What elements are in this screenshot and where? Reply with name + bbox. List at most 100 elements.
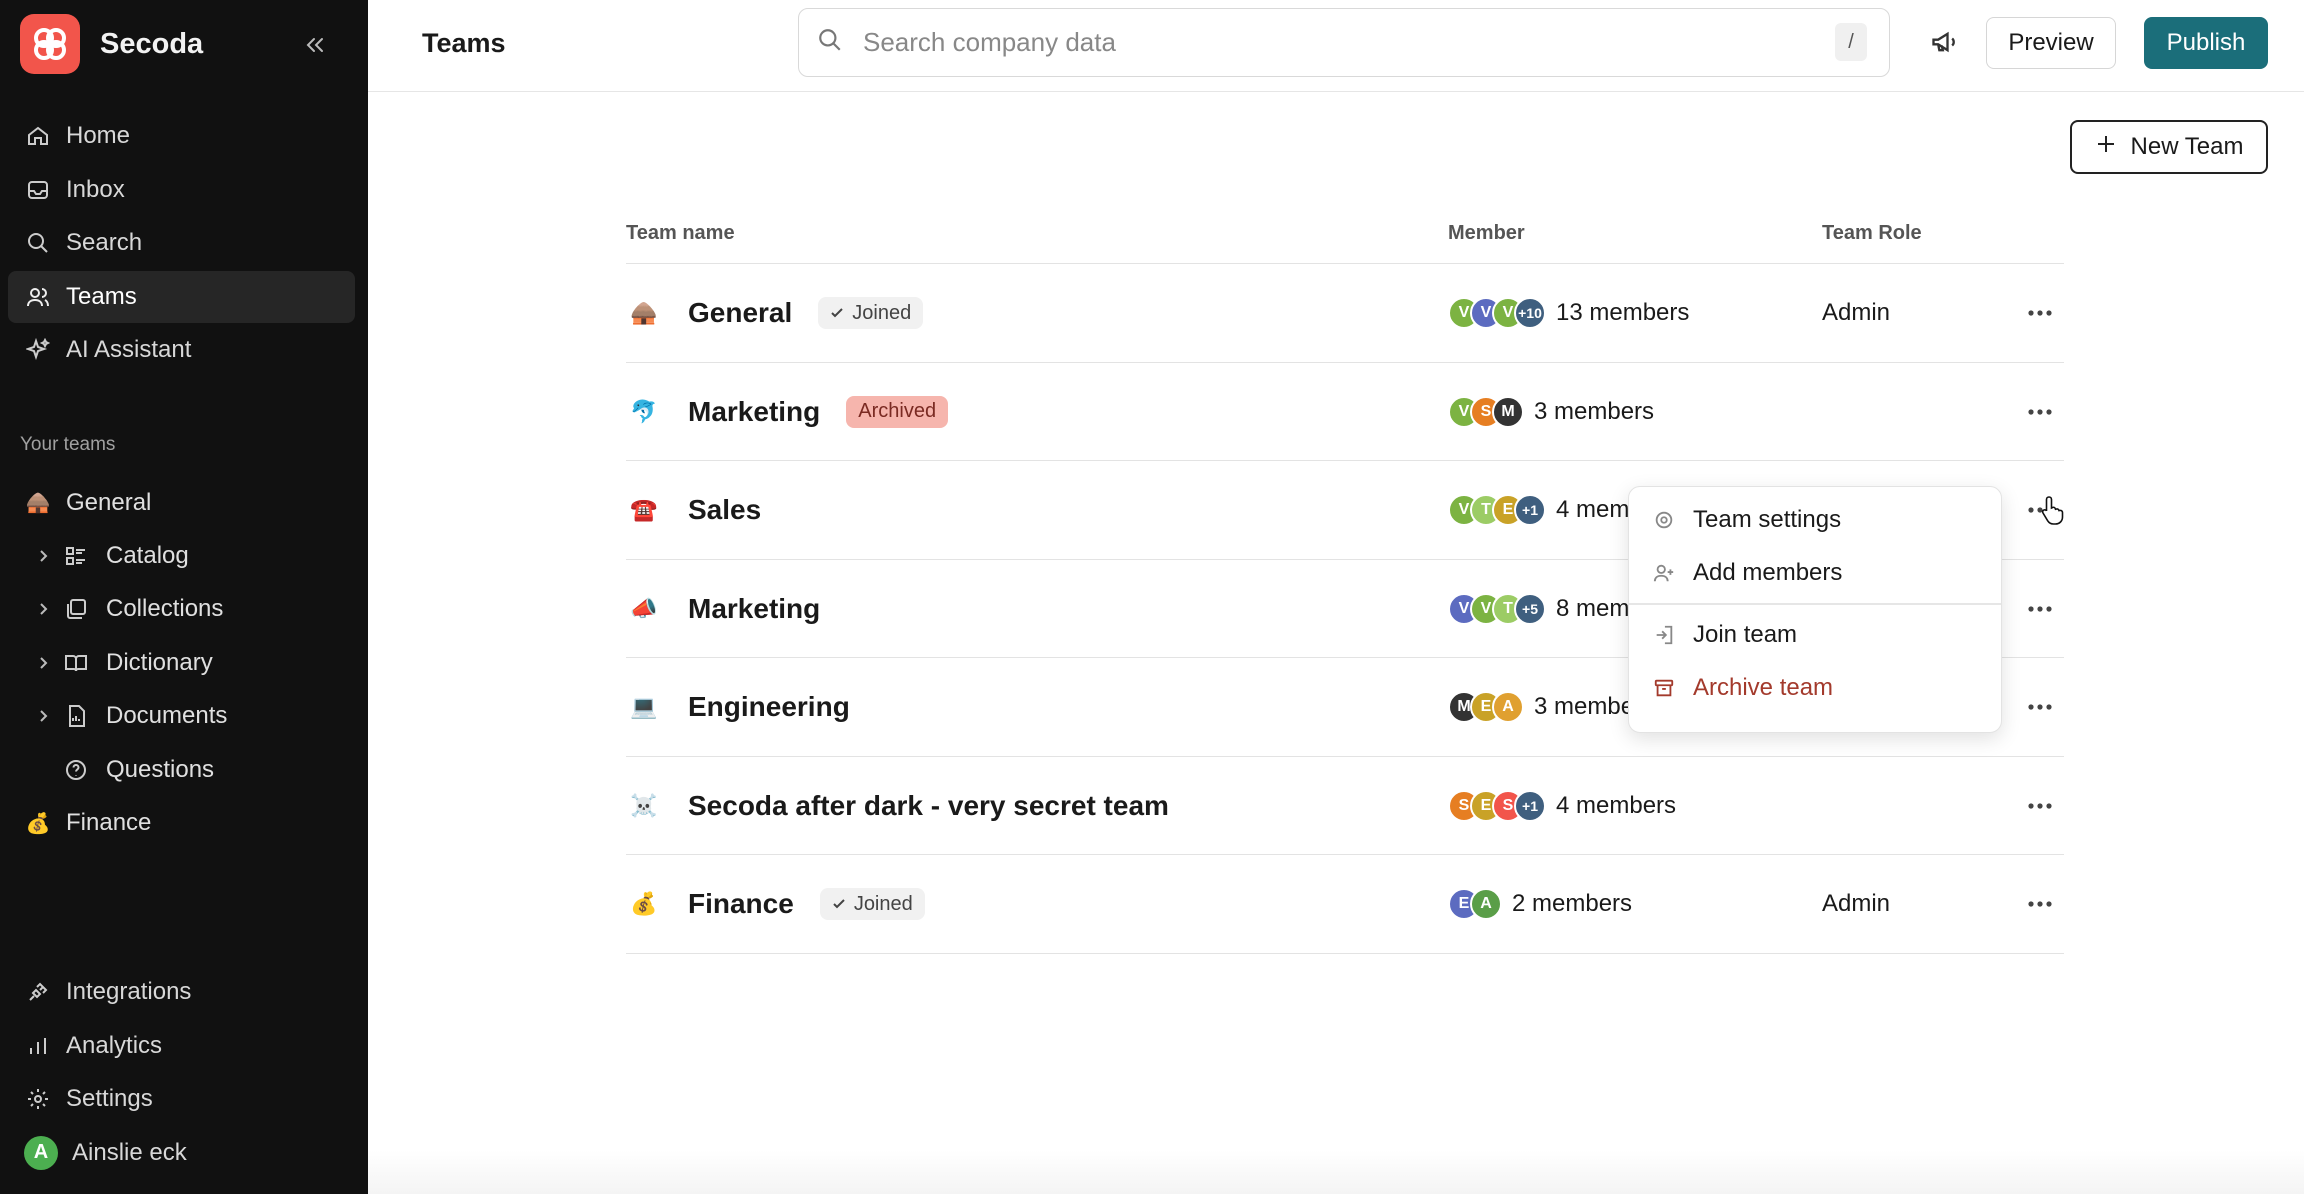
nav-item-teams[interactable]: Teams: [8, 270, 355, 323]
nav-item-inbox[interactable]: Inbox: [8, 164, 355, 216]
sparkles-icon: [24, 336, 52, 364]
column-header-team-role[interactable]: Team Role: [1822, 222, 1922, 245]
more-options-icon[interactable]: [2022, 591, 2058, 627]
book-icon: [62, 649, 90, 677]
avatar-group: V T E +1: [1448, 494, 1546, 526]
more-options-icon[interactable]: [2022, 689, 2058, 725]
chevron-right-icon[interactable]: [32, 652, 54, 674]
new-team-button[interactable]: New Team: [2070, 120, 2268, 174]
member-count: 3 members: [1534, 397, 1655, 425]
nav-item-analytics[interactable]: Analytics: [8, 1020, 355, 1072]
money-bag-emoji-icon: 💰: [25, 812, 51, 835]
tree-item-label: Finance: [66, 809, 152, 837]
team-emoji-icon: ☎️: [630, 497, 658, 522]
status-badge: Archived: [846, 395, 949, 428]
menu-item-join-team[interactable]: Join team: [1629, 609, 2001, 662]
pointer-cursor-icon: [2040, 494, 2068, 531]
catalog-icon: [62, 542, 90, 570]
inbox-icon: [24, 176, 52, 204]
tree-item-label: Dictionary: [106, 648, 213, 676]
team-name[interactable]: Sales: [688, 494, 761, 526]
collections-icon: [62, 595, 90, 623]
menu-item-label: Archive team: [1693, 674, 1834, 701]
tree-item-label: Questions: [106, 755, 215, 783]
member-cell: V V V +10 13 members: [1448, 264, 1689, 362]
tree-team-general[interactable]: 🛖 General: [8, 476, 355, 529]
search-input[interactable]: Search company data /: [798, 8, 1890, 77]
menu-item-label: Team settings: [1693, 505, 1842, 533]
member-avatar: A: [1492, 691, 1524, 723]
team-name[interactable]: Marketing: [688, 396, 820, 428]
column-header-team-name[interactable]: Team name: [626, 222, 735, 245]
more-options-icon[interactable]: [2022, 295, 2058, 331]
preview-button[interactable]: Preview: [1986, 17, 2116, 69]
avatar-group: V V T +5: [1448, 592, 1546, 625]
table-row[interactable]: 💰 Finance Joined EA 2 members Admin: [626, 855, 2064, 954]
team-actions-menu: Team settings Add members Join team Arch…: [1628, 486, 2002, 733]
hut-emoji-icon: 🛖: [25, 492, 51, 515]
avatar-group: S E S +1: [1448, 789, 1546, 822]
member-avatar: +1: [1514, 494, 1546, 526]
main-nav: Home Inbox Search Teams AI Assistant: [8, 110, 355, 378]
nav-item-home[interactable]: Home: [8, 110, 355, 162]
chevron-right-icon[interactable]: [32, 598, 54, 620]
chevron-right-icon[interactable]: [32, 545, 54, 567]
nav-item-ai-assistant[interactable]: AI Assistant: [8, 324, 355, 376]
nav-item-label: Home: [66, 122, 131, 149]
nav-item-label: Analytics: [66, 1031, 163, 1059]
table-row[interactable]: ☠️ Secoda after dark - very secret team …: [626, 757, 2064, 855]
status-badge-label: Joined: [853, 892, 913, 915]
nav-item-settings[interactable]: Settings: [8, 1073, 355, 1125]
publish-button[interactable]: Publish: [2144, 17, 2268, 69]
brand[interactable]: Secoda: [20, 14, 203, 74]
tree-item-collections[interactable]: Collections: [8, 583, 355, 636]
sidebar: Secoda Home Inbox Search Teams AI Assist…: [0, 0, 368, 1194]
nav-item-profile[interactable]: A Ainslie eck: [8, 1127, 355, 1179]
user-name: Ainslie eck: [72, 1138, 187, 1166]
tree-item-label: Catalog: [106, 542, 189, 570]
column-header-member[interactable]: Member: [1448, 222, 1525, 245]
archive-icon: [1651, 675, 1677, 701]
menu-item-archive-team[interactable]: Archive team: [1629, 662, 2001, 715]
topbar: Teams Search company data / Preview Publ…: [368, 0, 2304, 92]
megaphone-icon[interactable]: [1924, 22, 1964, 62]
table-row[interactable]: 🐬 Marketing Archived VSM 3 members: [626, 363, 2064, 461]
collapse-sidebar-icon[interactable]: [298, 28, 332, 62]
nav-item-integrations[interactable]: Integrations: [8, 966, 355, 1018]
tree-item-documents[interactable]: Documents: [8, 690, 355, 743]
search-icon: [24, 229, 52, 257]
team-emoji-icon: 📣: [630, 595, 658, 621]
team-name[interactable]: Engineering: [688, 691, 850, 723]
home-icon: [24, 122, 52, 150]
tree-team-finance[interactable]: 💰 Finance: [8, 796, 355, 849]
team-name[interactable]: Finance: [688, 888, 794, 920]
bottom-nav: Integrations Analytics Settings A Ainsli…: [8, 966, 355, 1180]
gear-icon: [1651, 507, 1677, 533]
more-options-icon[interactable]: [2022, 886, 2058, 922]
more-options-icon[interactable]: [2022, 394, 2058, 430]
nav-item-label: Search: [66, 229, 143, 256]
team-name[interactable]: Secoda after dark - very secret team: [688, 790, 1169, 822]
tree-item-questions[interactable]: Questions: [8, 743, 355, 796]
member-count: 2 members: [1512, 890, 1633, 917]
team-name[interactable]: Marketing: [688, 593, 820, 625]
nav-item-search[interactable]: Search: [8, 217, 355, 269]
tree-item-catalog[interactable]: Catalog: [8, 529, 355, 582]
team-name-cell: 🐬 Marketing Archived: [630, 363, 949, 461]
chevron-right-icon[interactable]: [32, 705, 54, 727]
nav-item-label: AI Assistant: [66, 336, 192, 363]
team-name-cell: ☎️ Sales: [630, 461, 761, 559]
tree-item-dictionary[interactable]: Dictionary: [8, 636, 355, 689]
team-name-cell: 💰 Finance Joined: [630, 855, 925, 953]
team-name-cell: ☠️ Secoda after dark - very secret team: [630, 757, 1169, 855]
menu-item-team-settings[interactable]: Team settings: [1629, 493, 2001, 546]
team-emoji-icon: 💰: [630, 891, 658, 916]
nav-item-label: Inbox: [66, 175, 125, 203]
member-count: 4 members: [1556, 791, 1677, 819]
table-row[interactable]: 🛖 General Joined V V V +10 13 members Admin: [626, 264, 2064, 363]
page-title: Teams: [422, 28, 506, 58]
more-options-icon[interactable]: [2022, 788, 2058, 824]
menu-divider: [1629, 603, 2001, 605]
menu-item-add-members[interactable]: Add members: [1629, 546, 2001, 599]
team-name[interactable]: General: [688, 297, 792, 329]
